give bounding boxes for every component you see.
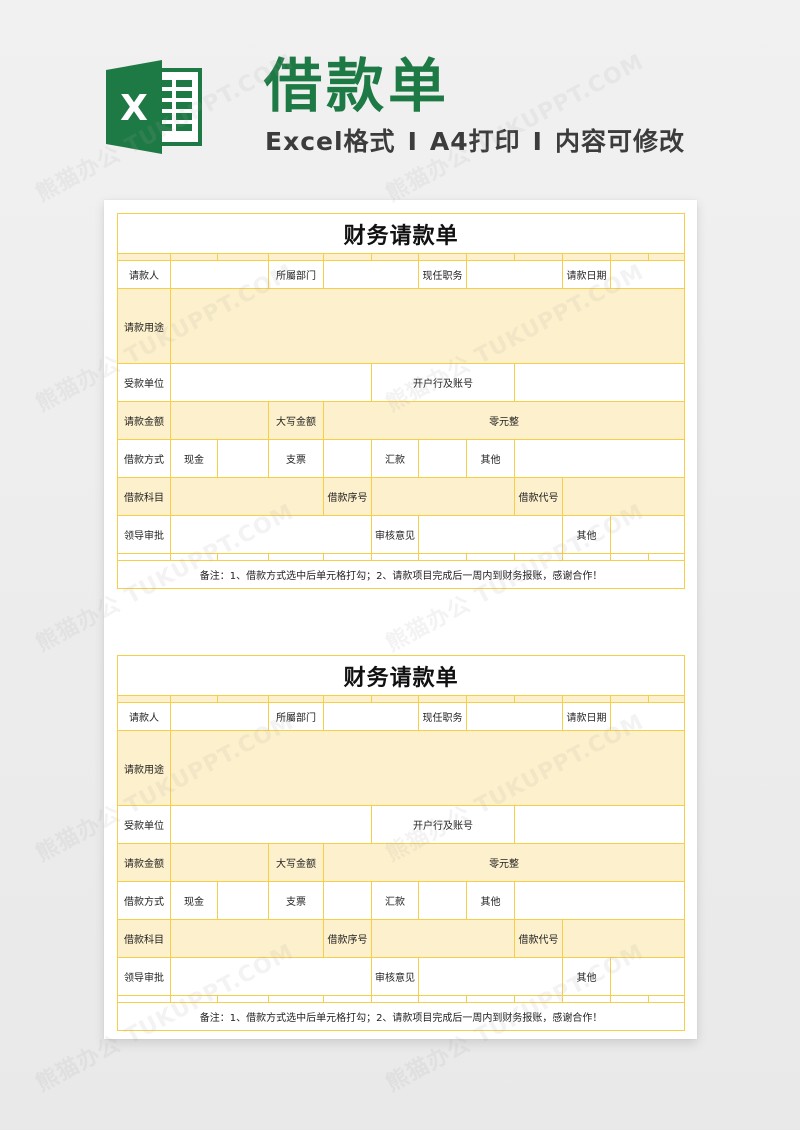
field-subject[interactable] [170, 477, 324, 516]
field-other[interactable] [609, 515, 686, 554]
subtitle-print: A4打印 [429, 127, 521, 156]
request-form: 财务请款单 请款人 所屬部门 现任职务 请款日期 请款用途 受款单位 开户行及账… [116, 213, 686, 589]
field-date[interactable] [609, 260, 686, 289]
option-other: 其他 [466, 439, 515, 478]
checkbox-remit[interactable] [418, 881, 467, 920]
option-remit: 汇款 [371, 881, 419, 920]
page-header: X 借款单 Excel格式 I A4打印 I 内容可修改 [0, 0, 800, 190]
form-table: 财务请款单 请款人 所屬部门 现任职务 请款日期 请款用途 受款单位 开户行及账… [116, 655, 686, 1031]
option-check: 支票 [268, 881, 324, 920]
option-cash: 现金 [170, 881, 218, 920]
field-amount-upper[interactable]: 零元整 [322, 843, 686, 882]
document-paper: 财务请款单 请款人 所屬部门 现任职务 请款日期 请款用途 受款单位 开户行及账… [104, 200, 697, 1039]
field-amount[interactable] [170, 843, 269, 882]
label-code: 借款代号 [514, 919, 563, 958]
label-subject: 借款科目 [117, 919, 171, 958]
subtitle-separator: I [407, 127, 418, 156]
checkbox-check[interactable] [323, 439, 372, 478]
label-amount: 请款金额 [117, 401, 171, 440]
form-note: 备注：1、借款方式选中后单元格打勾；2、请款项目完成后一周内到财务报账，感谢合作… [116, 1002, 686, 1031]
label-bank-account: 开户行及账号 [371, 805, 515, 844]
field-audit-opinion[interactable] [418, 515, 563, 554]
field-applicant[interactable] [170, 702, 269, 731]
field-payee[interactable] [170, 363, 372, 402]
field-department[interactable] [323, 260, 419, 289]
field-code[interactable] [561, 919, 686, 958]
field-serial[interactable] [371, 919, 515, 958]
field-amount[interactable] [170, 401, 269, 440]
label-payee: 受款单位 [117, 805, 171, 844]
field-applicant[interactable] [170, 260, 269, 289]
excel-icon: X [106, 60, 202, 154]
label-position: 现任职务 [418, 260, 467, 289]
label-position: 现任职务 [418, 702, 467, 731]
form-title: 财务请款单 [116, 655, 686, 696]
request-form: 财务请款单 请款人 所屬部门 现任职务 请款日期 请款用途 受款单位 开户行及账… [116, 655, 686, 1031]
checkbox-check[interactable] [323, 881, 372, 920]
checkbox-other[interactable] [513, 881, 686, 920]
label-serial: 借款序号 [323, 477, 372, 516]
field-subject[interactable] [170, 919, 324, 958]
svg-text:X: X [120, 88, 148, 129]
label-leader-approval: 领导审批 [117, 957, 171, 996]
label-date: 请款日期 [562, 702, 611, 731]
field-purpose[interactable] [169, 288, 686, 364]
checkbox-other[interactable] [513, 439, 686, 478]
label-date: 请款日期 [562, 260, 611, 289]
label-method: 借款方式 [117, 881, 171, 920]
option-other: 其他 [466, 881, 515, 920]
field-code[interactable] [561, 477, 686, 516]
label-applicant: 请款人 [117, 702, 171, 731]
field-other[interactable] [609, 957, 686, 996]
field-purpose[interactable] [169, 730, 686, 806]
label-code: 借款代号 [514, 477, 563, 516]
label-subject: 借款科目 [117, 477, 171, 516]
checkbox-cash[interactable] [217, 881, 269, 920]
label-audit-opinion: 审核意见 [371, 957, 419, 996]
label-department: 所屬部门 [268, 702, 324, 731]
form-table: 财务请款单 请款人 所屬部门 现任职务 请款日期 请款用途 受款单位 开户行及账… [116, 213, 686, 589]
field-bank-account[interactable] [513, 805, 686, 844]
label-purpose: 请款用途 [117, 288, 171, 364]
option-cash: 现金 [170, 439, 218, 478]
field-leader-approval[interactable] [170, 957, 372, 996]
option-check: 支票 [268, 439, 324, 478]
subtitle-format: Excel格式 [265, 127, 396, 156]
label-amount-upper: 大写金额 [268, 401, 324, 440]
field-serial[interactable] [371, 477, 515, 516]
field-audit-opinion[interactable] [418, 957, 563, 996]
label-purpose: 请款用途 [117, 730, 171, 806]
label-amount: 请款金额 [117, 843, 171, 882]
label-leader-approval: 领导审批 [117, 515, 171, 554]
field-date[interactable] [609, 702, 686, 731]
label-other: 其他 [562, 515, 611, 554]
field-bank-account[interactable] [513, 363, 686, 402]
field-position[interactable] [466, 260, 563, 289]
field-payee[interactable] [170, 805, 372, 844]
label-payee: 受款单位 [117, 363, 171, 402]
checkbox-cash[interactable] [217, 439, 269, 478]
label-other: 其他 [562, 957, 611, 996]
checkbox-remit[interactable] [418, 439, 467, 478]
label-department: 所屬部门 [268, 260, 324, 289]
field-amount-upper[interactable]: 零元整 [322, 401, 686, 440]
label-bank-account: 开户行及账号 [371, 363, 515, 402]
form-title: 财务请款单 [116, 213, 686, 254]
subtitle-separator: I [532, 127, 543, 156]
label-serial: 借款序号 [323, 919, 372, 958]
page-subtitle: Excel格式 I A4打印 I 内容可修改 [265, 126, 685, 158]
label-applicant: 请款人 [117, 260, 171, 289]
label-amount-upper: 大写金额 [268, 843, 324, 882]
option-remit: 汇款 [371, 439, 419, 478]
label-method: 借款方式 [117, 439, 171, 478]
page-title: 借款单 [264, 52, 451, 120]
field-leader-approval[interactable] [170, 515, 372, 554]
form-note: 备注：1、借款方式选中后单元格打勾；2、请款项目完成后一周内到财务报账，感谢合作… [116, 560, 686, 589]
label-audit-opinion: 审核意见 [371, 515, 419, 554]
field-position[interactable] [466, 702, 563, 731]
subtitle-editable: 内容可修改 [554, 127, 685, 156]
field-department[interactable] [323, 702, 419, 731]
